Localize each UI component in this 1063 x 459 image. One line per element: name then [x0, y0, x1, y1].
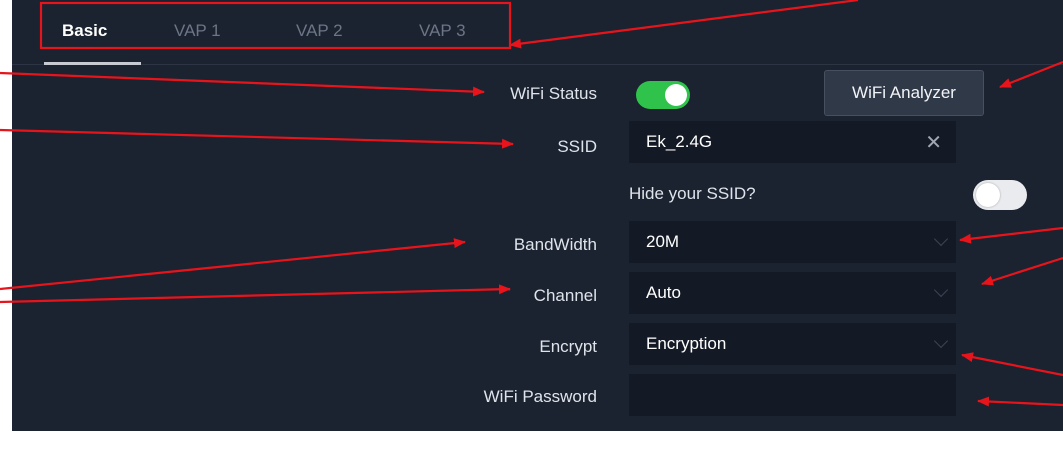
- channel-select[interactable]: Auto: [629, 272, 956, 314]
- channel-value: Auto: [646, 283, 681, 302]
- wifi-password-label: WiFi Password: [483, 387, 597, 406]
- wifi-status-toggle[interactable]: [636, 81, 690, 109]
- wifi-analyzer-button[interactable]: WiFi Analyzer: [824, 70, 984, 116]
- wifi-password-input[interactable]: [629, 374, 956, 416]
- bandwidth-label: BandWidth: [513, 235, 597, 254]
- bandwidth-select[interactable]: 20M: [629, 221, 956, 263]
- tab-vap-3[interactable]: VAP 3: [419, 21, 466, 41]
- bandwidth-value: 20M: [646, 232, 680, 251]
- toggle-knob: [665, 84, 687, 106]
- encrypt-value: Encryption: [646, 334, 727, 353]
- wifi-status-label: WiFi Status: [510, 84, 597, 103]
- toggle-knob: [976, 183, 1000, 207]
- encrypt-label: Encrypt: [539, 337, 597, 356]
- ssid-input[interactable]: Ek_2.4G ✕: [629, 121, 956, 163]
- chevron-down-icon: [933, 282, 949, 298]
- ssid-label: SSID: [557, 137, 597, 156]
- tab-basic[interactable]: Basic: [62, 21, 107, 41]
- hide-ssid-label: Hide your SSID?: [629, 184, 756, 203]
- close-icon[interactable]: ✕: [925, 130, 942, 155]
- chevron-down-icon: [933, 231, 949, 247]
- hide-ssid-toggle[interactable]: [973, 180, 1027, 210]
- tab-vap-2[interactable]: VAP 2: [296, 21, 343, 41]
- encrypt-select[interactable]: Encryption: [629, 323, 956, 365]
- tab-vap-1[interactable]: VAP 1: [174, 21, 221, 41]
- tab-divider: [12, 64, 1063, 65]
- ssid-value: Ek_2.4G: [646, 132, 713, 151]
- chevron-down-icon: [933, 333, 949, 349]
- active-tab-indicator: [44, 62, 141, 65]
- channel-label: Channel: [533, 286, 597, 305]
